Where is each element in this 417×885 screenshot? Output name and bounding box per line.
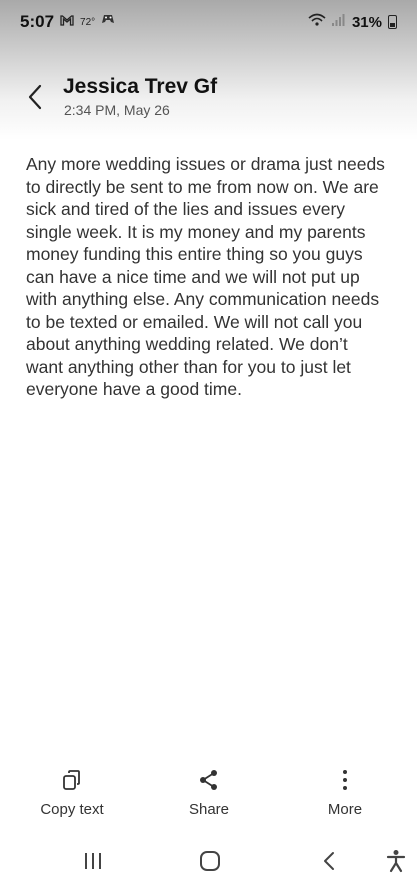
- status-left: 5:07 72°: [20, 12, 115, 32]
- more-options-button[interactable]: More: [290, 765, 400, 825]
- status-temperature: 72°: [80, 16, 96, 28]
- more-vertical-icon: [341, 765, 349, 795]
- status-bar: 5:07 72° 31%: [0, 0, 417, 44]
- action-bar: Copy text Share More: [0, 765, 417, 825]
- system-nav-bar: [0, 840, 417, 880]
- copy-icon: [61, 765, 83, 795]
- recent-apps-icon: [85, 853, 101, 869]
- more-label: More: [327, 801, 363, 818]
- message-timestamp: 2:34 PM, May 26: [64, 102, 170, 118]
- recent-apps-button[interactable]: [73, 846, 113, 876]
- wifi-calling-icon: [308, 13, 326, 32]
- home-icon: [200, 851, 220, 871]
- message-header: Jessica Trev Gf 2:34 PM, May 26: [0, 70, 417, 126]
- game-controller-icon: [101, 13, 115, 31]
- copy-text-button[interactable]: Copy text: [17, 765, 127, 825]
- accessibility-icon: [386, 850, 406, 873]
- chevron-left-icon: [28, 84, 42, 110]
- back-button[interactable]: [20, 82, 50, 112]
- home-button[interactable]: [190, 846, 230, 876]
- gmail-icon: [60, 13, 74, 31]
- accessibility-button[interactable]: [376, 846, 416, 876]
- nav-back-button[interactable]: [309, 846, 349, 876]
- share-label: Share: [188, 801, 230, 818]
- contact-name: Jessica Trev Gf: [63, 75, 218, 98]
- battery-percent: 31%: [351, 13, 382, 31]
- message-body: Any more wedding issues or drama just ne…: [26, 154, 390, 399]
- copy-text-label: Copy text: [40, 801, 104, 818]
- share-button[interactable]: Share: [154, 765, 264, 825]
- battery-icon: [388, 15, 397, 29]
- message-view-screen: 5:07 72° 31% Jessica Trev Gf 2:34 PM, Ma…: [0, 0, 417, 885]
- status-right: 31%: [308, 13, 397, 32]
- back-arrow-icon: [324, 852, 334, 870]
- status-time: 5:07: [20, 12, 55, 31]
- share-icon: [198, 765, 220, 795]
- signal-icon: [331, 13, 346, 31]
